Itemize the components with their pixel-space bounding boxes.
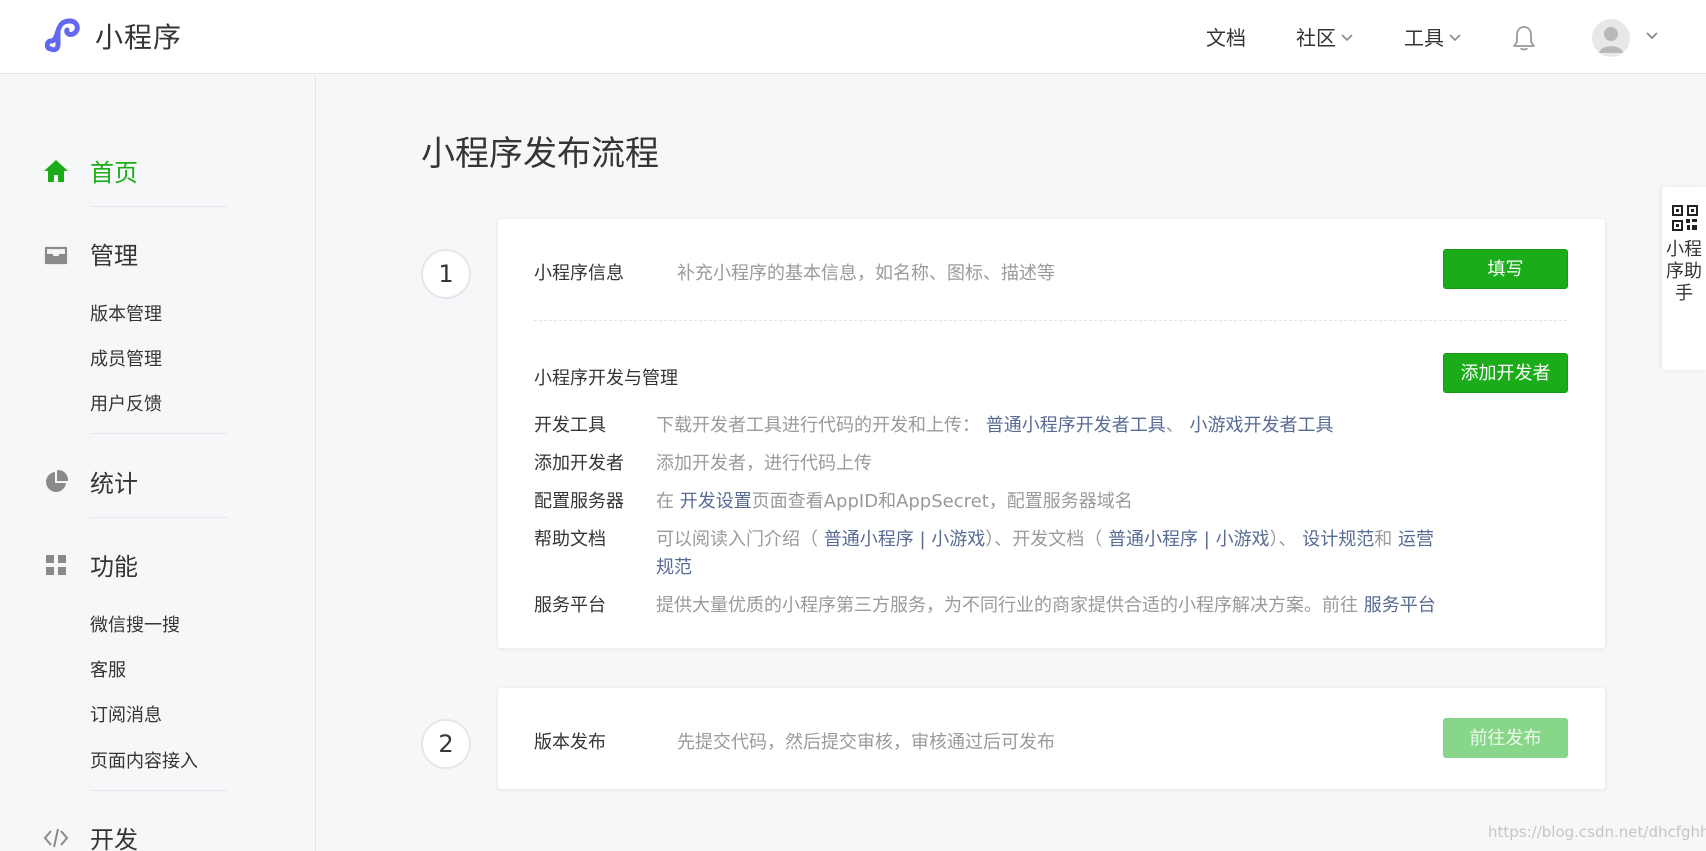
- row-text-plain: 提供大量优质的小程序第三方服务，为不同行业的商家提供合适的小程序解决方案。前往: [656, 595, 1358, 616]
- nav-docs-label: 文档: [1206, 26, 1246, 50]
- miniprogram-helper[interactable]: 小程序助手: [1662, 187, 1706, 370]
- sidebar-item-label: 首页: [90, 159, 138, 187]
- row-label: 帮助文档: [534, 529, 606, 550]
- chevron-down-icon: [1449, 33, 1461, 41]
- service-platform-link[interactable]: 服务平台: [1364, 595, 1436, 616]
- chevron-down-icon: [1341, 33, 1353, 41]
- row-text-pre: 在: [656, 491, 674, 512]
- row-server: 配置服务器 在 开发设置页面查看AppID和AppSecret，配置服务器域名: [534, 488, 1534, 516]
- row-dev-tools: 开发工具 下载开发者工具进行代码的开发和上传： 普通小程序开发者工具、 小游戏开…: [534, 412, 1534, 440]
- brand-name: 小程序: [95, 21, 183, 54]
- nav-tools-label: 工具: [1404, 26, 1444, 50]
- sidebar-item-version[interactable]: 版本管理: [90, 300, 162, 326]
- watermark: https://blog.csdn.net/dhcfghhn: [1488, 823, 1706, 841]
- row-service-platform: 服务平台 提供大量优质的小程序第三方服务，为不同行业的商家提供合适的小程序解决方…: [534, 592, 1534, 620]
- step1-card: 小程序信息 补充小程序的基本信息，如名称、图标、描述等 填写 小程序开发与管理 …: [497, 218, 1606, 649]
- docs-game-link[interactable]: 小游戏: [1216, 529, 1270, 550]
- row-text-post: 页面查看AppID和AppSecret，配置服务器域名: [751, 491, 1133, 512]
- help-text-3: ）、: [1269, 529, 1297, 550]
- dev-title: 小程序开发与管理: [534, 368, 678, 389]
- row-add-developer: 添加开发者 添加开发者，进行代码上传: [534, 450, 1534, 478]
- row-text: 在 开发设置页面查看AppID和AppSecret，配置服务器域名: [656, 488, 1436, 516]
- docs-normal-link[interactable]: 普通小程序: [1108, 529, 1198, 550]
- inbox-icon: [43, 241, 69, 267]
- separator: |: [1203, 529, 1210, 550]
- nav-docs[interactable]: 文档: [1206, 22, 1246, 51]
- info-title: 小程序信息: [534, 263, 624, 284]
- sidebar-divider: [90, 790, 228, 791]
- step-number: 2: [421, 719, 471, 769]
- row-label: 配置服务器: [534, 491, 624, 512]
- row-label: 服务平台: [534, 595, 606, 616]
- row-text: 提供大量优质的小程序第三方服务，为不同行业的商家提供合适的小程序解决方案。前往 …: [656, 592, 1436, 620]
- brand[interactable]: 小程序: [43, 16, 182, 56]
- fill-button[interactable]: 填写: [1443, 249, 1568, 289]
- sidebar-item-label: 开发: [90, 826, 138, 851]
- row-text: 可以阅读入门介绍（ 普通小程序 | 小游戏）、开发文档（ 普通小程序 | 小游戏…: [656, 526, 1436, 582]
- dev-settings-link[interactable]: 开发设置: [680, 491, 752, 512]
- sidebar: 首页 管理 版本管理 成员管理 用户反馈 统计 功能 微信搜一搜 客服 订阅消息…: [0, 75, 316, 851]
- sidebar-item-page-content[interactable]: 页面内容接入: [90, 747, 198, 773]
- sidebar-item-label: 统计: [90, 470, 138, 498]
- sidebar-item-manage[interactable]: 管理: [43, 236, 138, 271]
- page-title: 小程序发布流程: [421, 134, 659, 174]
- separator: |: [919, 529, 926, 550]
- code-icon: [43, 825, 69, 851]
- qr-code-icon: [1672, 205, 1698, 231]
- sidebar-item-customer-service[interactable]: 客服: [90, 656, 126, 682]
- chevron-down-icon[interactable]: [1644, 30, 1660, 42]
- sidebar-item-members[interactable]: 成员管理: [90, 345, 162, 371]
- sidebar-item-develop[interactable]: 开发: [43, 820, 138, 851]
- info-desc: 补充小程序的基本信息，如名称、图标、描述等: [677, 263, 1055, 284]
- step2-card: 版本发布 先提交代码，然后提交审核，审核通过后可发布 前往发布: [497, 687, 1606, 790]
- release-title: 版本发布: [534, 732, 606, 753]
- sidebar-item-subscribe[interactable]: 订阅消息: [90, 701, 162, 727]
- sidebar-item-features[interactable]: 功能: [43, 547, 138, 582]
- sidebar-divider: [90, 517, 228, 518]
- pie-chart-icon: [43, 469, 69, 495]
- bell-icon[interactable]: [1511, 24, 1537, 52]
- nav-community-label: 社区: [1296, 26, 1336, 50]
- intro-game-link[interactable]: 小游戏: [931, 529, 985, 550]
- row-text: 下载开发者工具进行代码的开发和上传： 普通小程序开发者工具、 小游戏开发者工具: [656, 412, 1436, 440]
- avatar-silhouette: [1599, 27, 1623, 53]
- game-devtools-link[interactable]: 小游戏开发者工具: [1189, 415, 1333, 436]
- help-text-4: 和: [1374, 529, 1393, 550]
- nav-community[interactable]: 社区: [1296, 22, 1354, 51]
- add-developer-button[interactable]: 添加开发者: [1443, 353, 1568, 393]
- sidebar-item-wechat-search[interactable]: 微信搜一搜: [90, 611, 180, 637]
- sidebar-divider: [90, 433, 228, 434]
- user-avatar-icon[interactable]: [1592, 19, 1630, 57]
- home-icon: [43, 158, 69, 184]
- sidebar-item-home[interactable]: 首页: [43, 153, 138, 188]
- row-label: 开发工具: [534, 415, 606, 436]
- normal-devtools-link[interactable]: 普通小程序开发者工具: [986, 415, 1166, 436]
- sidebar-item-label: 功能: [90, 553, 138, 581]
- row-help-docs: 帮助文档 可以阅读入门介绍（ 普通小程序 | 小游戏）、开发文档（ 普通小程序 …: [534, 526, 1534, 582]
- row-label: 添加开发者: [534, 453, 624, 474]
- miniprogram-logo-icon: [44, 18, 80, 53]
- top-bar: 小程序 文档 社区 工具: [0, 0, 1706, 74]
- nav-tools[interactable]: 工具: [1404, 22, 1462, 51]
- row-text: 添加开发者，进行代码上传: [656, 453, 872, 474]
- grid-icon: [43, 552, 69, 578]
- sidebar-item-stats[interactable]: 统计: [43, 464, 138, 499]
- go-release-button[interactable]: 前往发布: [1443, 718, 1568, 758]
- release-desc: 先提交代码，然后提交审核，审核通过后可发布: [677, 732, 1055, 753]
- intro-normal-link[interactable]: 普通小程序: [824, 529, 914, 550]
- design-guide-link[interactable]: 设计规范: [1302, 529, 1374, 550]
- step-number: 1: [421, 249, 471, 299]
- sidebar-item-feedback[interactable]: 用户反馈: [90, 390, 162, 416]
- sidebar-divider: [90, 206, 228, 207]
- sidebar-item-label: 管理: [90, 242, 138, 270]
- divider: [534, 320, 1567, 321]
- helper-label: 小程序助手: [1666, 239, 1702, 304]
- help-text-2: ）、开发文档（: [985, 529, 1103, 550]
- help-text-1: 可以阅读入门介绍（: [656, 529, 818, 550]
- separator: 、: [1165, 415, 1184, 436]
- row-text-plain: 下载开发者工具进行代码的开发和上传：: [656, 415, 980, 436]
